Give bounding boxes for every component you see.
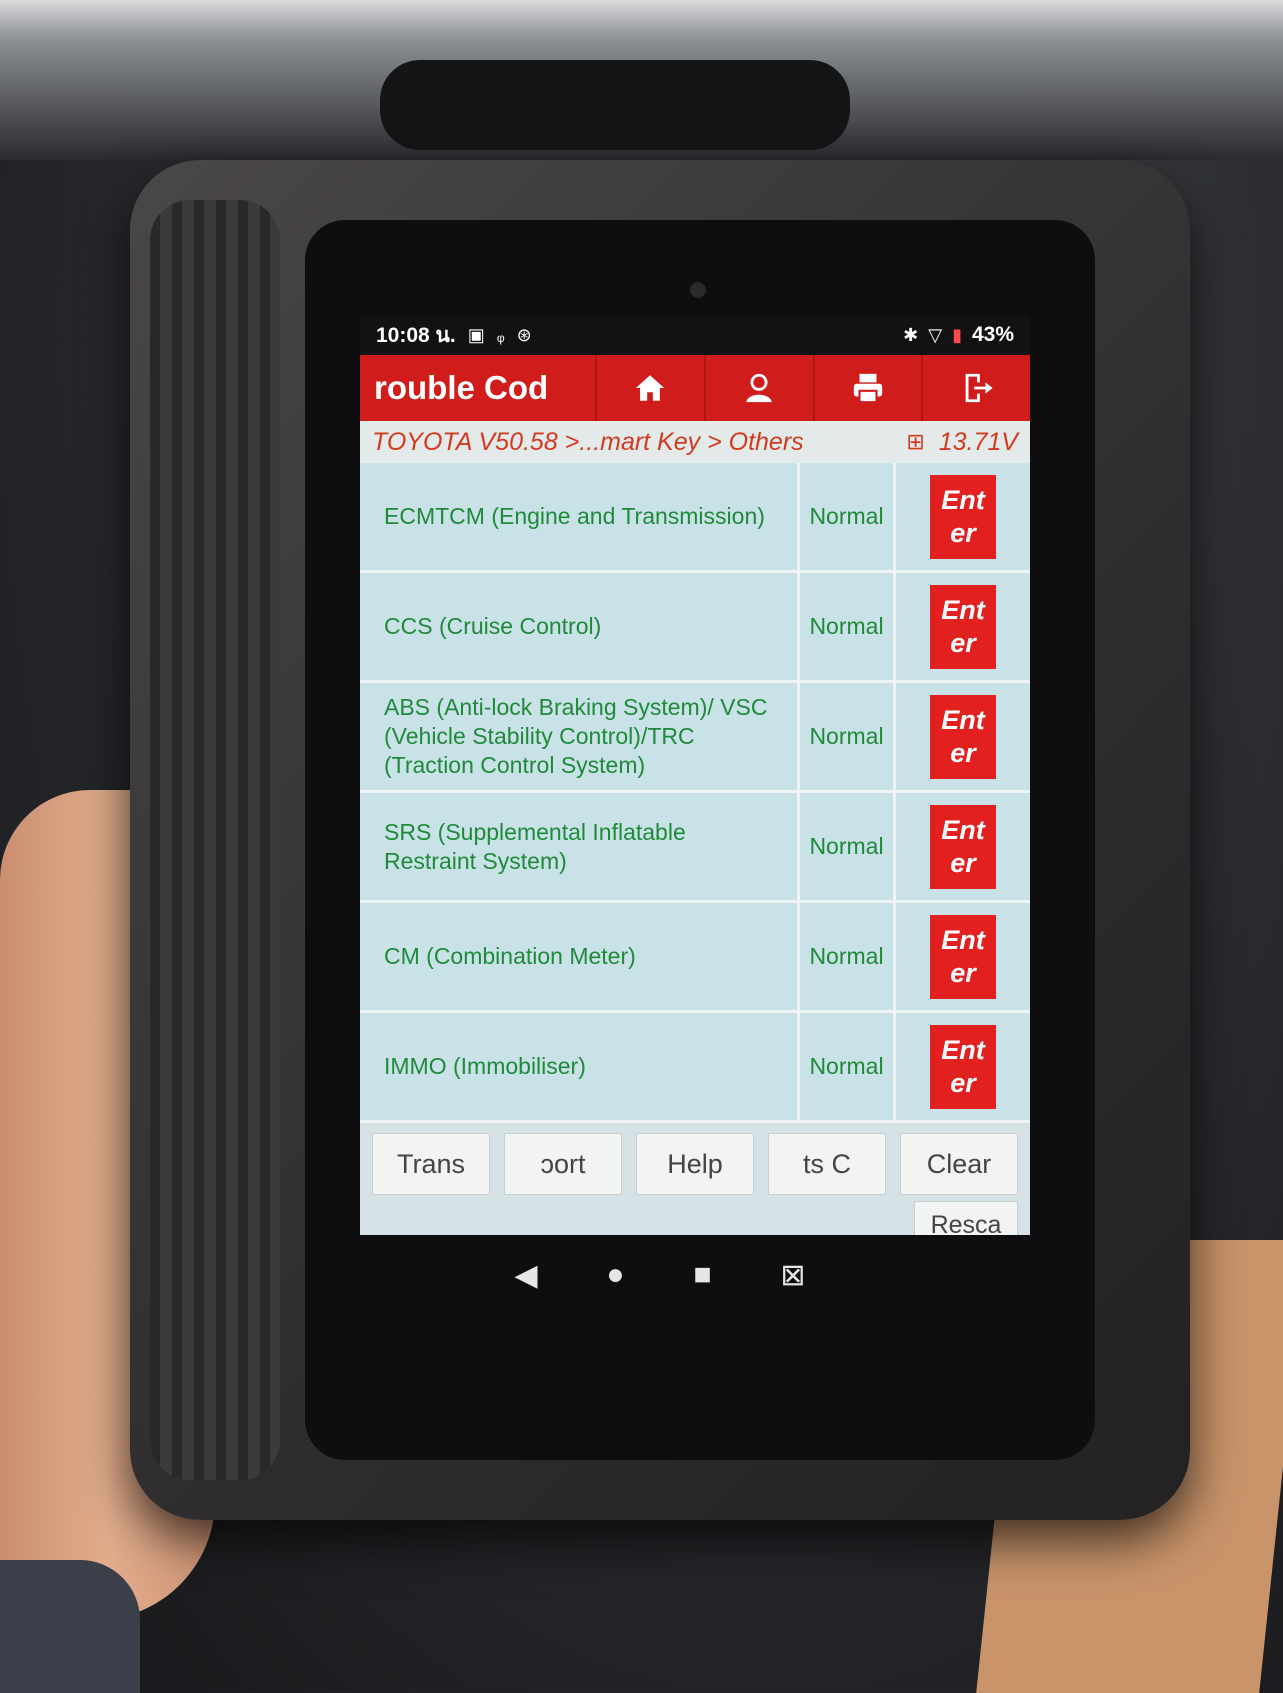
exit-icon — [965, 373, 993, 403]
front-camera — [690, 282, 706, 298]
car-battery-icon: ⊞ — [906, 429, 925, 454]
sync-icon: ⊛ — [516, 324, 532, 345]
print-icon — [853, 373, 883, 404]
page-title: rouble Cod — [374, 369, 549, 406]
status-bar: 10:08 น. ▣ ᵩ ⊛ ✱ ▽ ▮ 43% — [360, 315, 1030, 355]
system-status: Normal — [800, 573, 896, 680]
system-name: CCS (Cruise Control) — [360, 573, 800, 680]
system-status: Normal — [800, 793, 896, 900]
system-name: CM (Combination Meter) — [360, 903, 800, 1010]
system-list: ECMTCM (Engine and Transmission) Normal … — [360, 463, 1030, 1123]
enter-button[interactable]: Enter — [930, 474, 996, 559]
breadcrumb-path: TOYOTA V50.58 >...mart Key > Others — [372, 427, 804, 456]
system-status: Normal — [800, 1013, 896, 1120]
system-name: IMMO (Immobiliser) — [360, 1013, 800, 1120]
help-button[interactable]: Help — [636, 1133, 754, 1195]
system-name: ECMTCM (Engine and Transmission) — [360, 463, 800, 570]
enter-button[interactable]: Enter — [930, 1024, 996, 1109]
app-toolbar: rouble Cod — [360, 355, 1030, 421]
print-button[interactable] — [812, 355, 922, 421]
screenshot-icon[interactable]: ⊠ — [780, 1258, 805, 1293]
system-status: Normal — [800, 463, 896, 570]
tablet-screen: 10:08 น. ▣ ᵩ ⊛ ✱ ▽ ▮ 43% rouble Cod TOYO… — [360, 315, 1030, 1235]
home-icon — [636, 375, 665, 401]
user-icon — [746, 373, 772, 403]
system-name: ABS (Anti-lock Braking System)/ VSC (Veh… — [360, 683, 800, 790]
android-nav-bar: ◀ ● ■ ⊠ — [480, 1245, 840, 1305]
report-button[interactable]: ɔort — [504, 1133, 622, 1195]
clock: 10:08 น. — [376, 323, 456, 347]
table-row: ECMTCM (Engine and Transmission) Normal … — [360, 463, 1030, 573]
breadcrumb: TOYOTA V50.58 >...mart Key > Others ⊞ 13… — [360, 421, 1030, 463]
calendar-icon: ▣ — [467, 324, 485, 345]
trans-button[interactable]: Trans — [372, 1133, 490, 1195]
voltage-readout: ⊞ 13.71V — [906, 428, 1018, 457]
enter-button[interactable]: Enter — [930, 694, 996, 779]
home-nav-icon[interactable]: ● — [606, 1258, 624, 1292]
tablet-grip — [150, 200, 280, 1480]
voltage-value: 13.71V — [938, 427, 1018, 456]
table-row: SRS (Supplemental Inflatable Restraint S… — [360, 793, 1030, 903]
voicemail-icon: ᵩ — [496, 324, 505, 345]
battery-icon: ▮ — [952, 324, 962, 345]
table-row: CCS (Cruise Control) Normal Enter — [360, 573, 1030, 683]
back-icon[interactable]: ◀ — [514, 1258, 537, 1293]
recents-icon[interactable]: ■ — [693, 1258, 711, 1292]
results-button[interactable]: ts C — [768, 1133, 886, 1195]
dashboard-vent — [380, 60, 850, 150]
system-status: Normal — [800, 683, 896, 790]
enter-button[interactable]: Enter — [930, 804, 996, 889]
wifi-icon: ▽ — [928, 324, 943, 345]
table-row: IMMO (Immobiliser) Normal Enter — [360, 1013, 1030, 1123]
clear-button[interactable]: Clear — [900, 1133, 1018, 1195]
battery-level: 43% — [971, 323, 1014, 346]
table-row: ABS (Anti-lock Braking System)/ VSC (Veh… — [360, 683, 1030, 793]
bottom-button-bar: Trans ɔort Help ts C Clear Resca — [360, 1123, 1030, 1235]
enter-button[interactable]: Enter — [930, 914, 996, 999]
rescan-button[interactable]: Resca — [914, 1201, 1018, 1235]
bluetooth-icon: ✱ — [903, 324, 919, 345]
enter-button[interactable]: Enter — [930, 584, 996, 669]
user-button[interactable] — [703, 355, 813, 421]
system-status: Normal — [800, 903, 896, 1010]
exit-button[interactable] — [921, 355, 1030, 421]
system-name: SRS (Supplemental Inflatable Restraint S… — [360, 793, 800, 900]
home-button[interactable] — [595, 355, 704, 421]
sleeve — [0, 1560, 140, 1693]
table-row: CM (Combination Meter) Normal Enter — [360, 903, 1030, 1013]
